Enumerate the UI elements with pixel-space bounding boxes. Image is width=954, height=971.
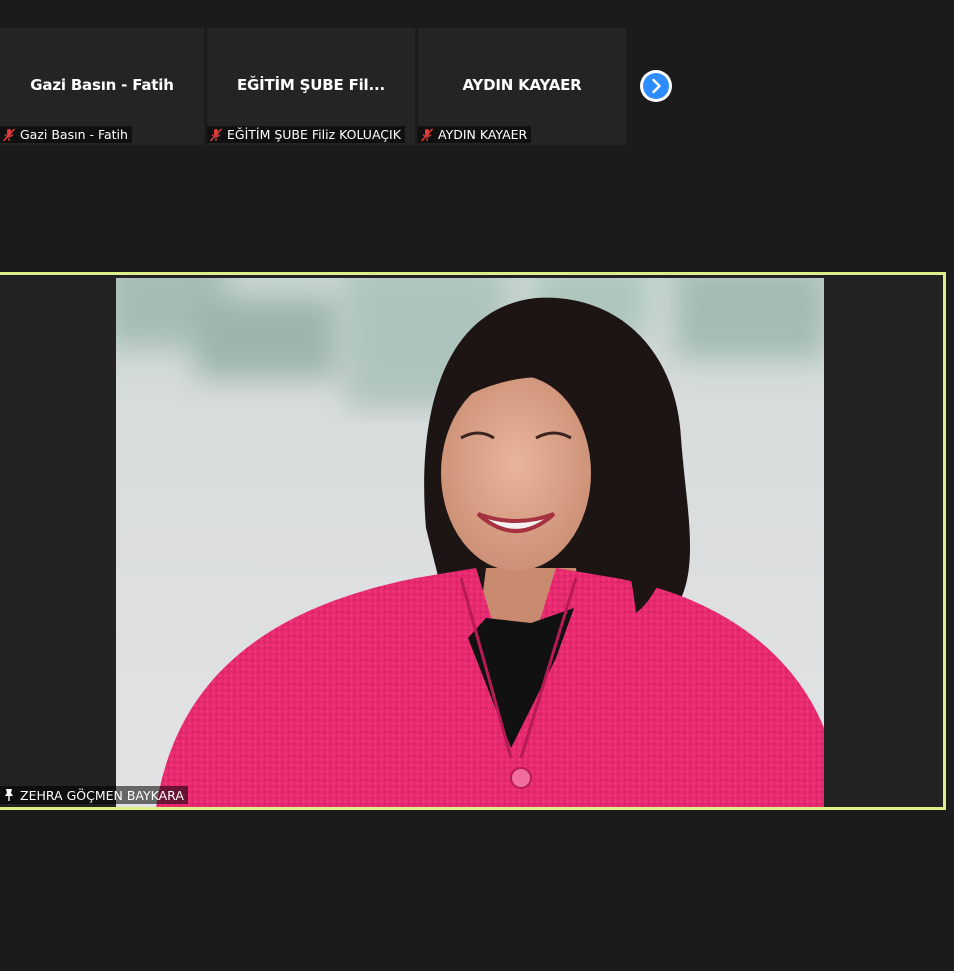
pin-icon	[5, 789, 13, 801]
active-speaker-name: ZEHRA GÖÇMEN BAYKARA	[20, 787, 184, 803]
participant-tile-name: AYDIN KAYAER	[462, 76, 582, 94]
participant-tile-name: EĞİTİM ŞUBE Fil...	[236, 76, 385, 94]
participant-tile-name: Gazi Basın - Fatih	[30, 76, 174, 94]
participant-tile[interactable]: Gazi Basın - Fatih Gazi Basın - Fatih	[0, 28, 204, 145]
participant-name-label: AYDIN KAYAER	[418, 126, 532, 143]
mic-muted-icon	[2, 127, 16, 142]
next-page-button-face	[643, 73, 669, 99]
speaker-video-image	[116, 278, 824, 807]
speaker-video-feed	[116, 278, 824, 807]
mic-muted-icon	[420, 127, 434, 142]
active-speaker-video[interactable]: ZEHRA GÖÇMEN BAYKARA	[0, 272, 946, 810]
participant-name-label: EĞİTİM ŞUBE Filiz KOLUAÇIK	[207, 126, 405, 143]
participant-thumbnail-strip: Gazi Basın - Fatih Gazi Basın - Fatih EĞ…	[0, 28, 700, 145]
participant-tile[interactable]: AYDIN KAYAER AYDIN KAYAER	[418, 28, 626, 145]
chevron-right-icon	[652, 78, 661, 94]
participant-label-text: AYDIN KAYAER	[438, 127, 528, 142]
active-speaker-name-label: ZEHRA GÖÇMEN BAYKARA	[0, 786, 188, 804]
participant-label-text: Gazi Basın - Fatih	[20, 127, 128, 142]
mic-muted-icon	[209, 127, 223, 142]
participant-label-text: EĞİTİM ŞUBE Filiz KOLUAÇIK	[227, 127, 401, 142]
next-page-button[interactable]	[640, 70, 672, 102]
participant-name-label: Gazi Basın - Fatih	[0, 126, 132, 143]
participant-tile[interactable]: EĞİTİM ŞUBE Fil... EĞİTİM ŞUBE Filiz KOL…	[207, 28, 415, 145]
